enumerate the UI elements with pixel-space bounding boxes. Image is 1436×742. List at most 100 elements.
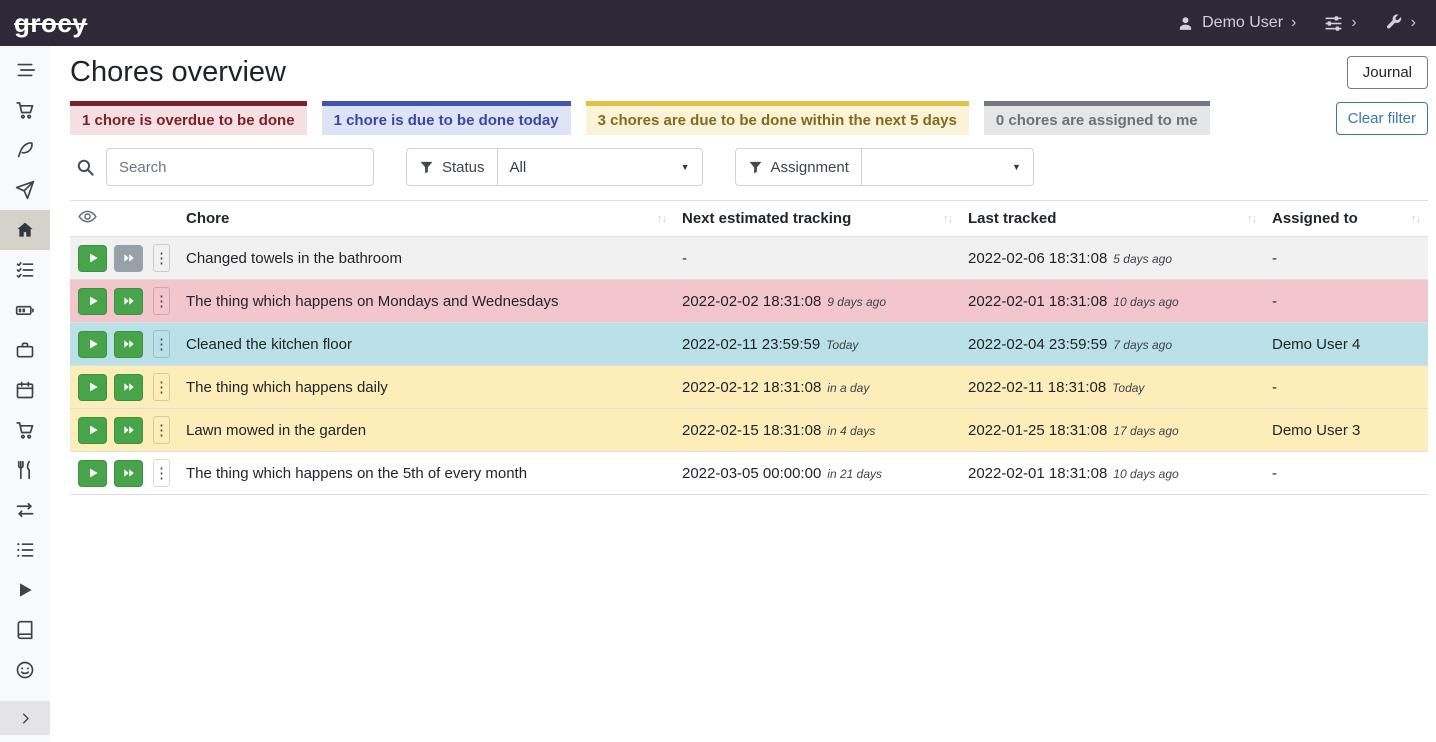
clear-filter-button[interactable]: Clear filter	[1336, 102, 1428, 135]
table-row: ⋮ The thing which happens on the 5th of …	[70, 452, 1428, 495]
play-icon	[86, 423, 100, 437]
skip-chore-button[interactable]	[114, 460, 143, 487]
banner-assigned-to-me[interactable]: 0 chores are assigned to me	[984, 101, 1210, 135]
sort-icon: ↑↓	[1411, 213, 1420, 225]
sidebar-item-mood[interactable]	[0, 650, 50, 690]
banner-due-today[interactable]: 1 chore is due to be done today	[322, 101, 571, 135]
sidebar-item-tasks[interactable]	[0, 250, 50, 290]
sidebar-item-journal[interactable]	[0, 610, 50, 650]
next-tracking-cell: 2022-02-02 18:31:089 days ago	[674, 280, 960, 323]
status-filter-group: Status All ▼	[406, 148, 703, 186]
fast-forward-icon	[122, 337, 136, 351]
tasks-icon	[15, 260, 35, 280]
column-header-last-tracked[interactable]: Last tracked↑↓	[960, 201, 1264, 237]
play-icon	[86, 466, 100, 480]
column-header-chore[interactable]: Chore↑↓	[178, 201, 674, 237]
chores-table: Chore↑↓ Next estimated tracking↑↓ Last t…	[70, 200, 1428, 495]
sidebar-item-recipes[interactable]	[0, 130, 50, 170]
sort-icon: ↑↓	[1247, 213, 1256, 225]
list-icon	[15, 540, 35, 560]
chore-name: Changed towels in the bathroom	[178, 237, 674, 280]
fast-forward-icon	[122, 294, 136, 308]
next-tracking-cell: 2022-02-11 23:59:59Today	[674, 323, 960, 366]
assigned-to-cell: -	[1264, 452, 1428, 495]
last-tracked-cell: 2022-01-25 18:31:0817 days ago	[960, 409, 1264, 452]
row-menu-button[interactable]: ⋮	[153, 373, 170, 401]
skip-chore-button[interactable]	[114, 245, 143, 272]
track-chore-button[interactable]	[78, 417, 107, 444]
next-tracking-cell: 2022-02-12 18:31:08in a day	[674, 366, 960, 409]
stream-icon	[15, 60, 35, 80]
next-tracking-cell: 2022-03-05 00:00:00in 21 days	[674, 452, 960, 495]
sidebar-item-batteries[interactable]	[0, 290, 50, 330]
skip-chore-button[interactable]	[114, 417, 143, 444]
settings-menu[interactable]: ›	[1324, 14, 1356, 33]
filter-icon	[419, 160, 434, 175]
column-header-next-estimated-tracking[interactable]: Next estimated tracking↑↓	[674, 201, 960, 237]
next-tracking-cell: -	[674, 237, 960, 280]
eye-icon[interactable]	[78, 207, 97, 226]
assignment-select[interactable]: ▼	[861, 149, 1033, 185]
calendar-icon	[15, 380, 35, 400]
search-icon	[76, 158, 95, 177]
sidebar-item-stock-overview[interactable]	[0, 50, 50, 90]
row-menu-button[interactable]: ⋮	[153, 287, 170, 315]
chore-name: Cleaned the kitchen floor	[178, 323, 674, 366]
banner-overdue[interactable]: 1 chore is overdue to be done	[70, 101, 307, 135]
sort-icon: ↑↓	[943, 213, 952, 225]
search-group	[70, 148, 374, 186]
play-icon	[86, 251, 100, 265]
sidebar-item-transfer[interactable]	[0, 490, 50, 530]
banner-due-soon[interactable]: 3 chores are due to be done within the n…	[586, 101, 969, 135]
paper-plane-icon	[15, 180, 35, 200]
book-icon	[15, 620, 35, 640]
fast-forward-icon	[122, 423, 136, 437]
sidebar-item-meal-plan[interactable]	[0, 170, 50, 210]
sidebar-item-calendar[interactable]	[0, 370, 50, 410]
assigned-to-cell: Demo User 4	[1264, 323, 1428, 366]
table-row: ⋮ Changed towels in the bathroom - 2022-…	[70, 237, 1428, 280]
sidebar-item-purchase[interactable]	[0, 410, 50, 450]
table-row: ⋮ The thing which happens on Mondays and…	[70, 280, 1428, 323]
skip-chore-button[interactable]	[114, 374, 143, 401]
table-header-row: Chore↑↓ Next estimated tracking↑↓ Last t…	[70, 201, 1428, 237]
chore-name: Lawn mowed in the garden	[178, 409, 674, 452]
user-name: Demo User	[1202, 14, 1283, 32]
sidebar-expand-button[interactable]	[0, 701, 50, 735]
sidebar-item-chores-overview[interactable]	[0, 210, 50, 250]
track-chore-button[interactable]	[78, 331, 107, 358]
sliders-icon	[1324, 14, 1343, 33]
banner-assigned-to-me-text: 0 chores are assigned to me	[996, 112, 1198, 129]
skip-chore-button[interactable]	[114, 331, 143, 358]
exchange-icon	[15, 500, 35, 520]
last-tracked-cell: 2022-02-11 18:31:08Today	[960, 366, 1264, 409]
assigned-to-cell: -	[1264, 280, 1428, 323]
row-menu-button[interactable]: ⋮	[153, 459, 170, 487]
brand-logo[interactable]: grocy	[14, 8, 87, 39]
status-select[interactable]: All ▼	[497, 149, 702, 185]
user-icon	[1177, 15, 1194, 32]
sort-icon: ↑↓	[657, 213, 666, 225]
sidebar-item-equipment[interactable]	[0, 330, 50, 370]
track-chore-button[interactable]	[78, 245, 107, 272]
row-menu-button[interactable]: ⋮	[153, 330, 170, 358]
status-banners: 1 chore is overdue to be done 1 chore is…	[70, 101, 1428, 135]
sidebar-item-shopping-list[interactable]	[0, 90, 50, 130]
user-menu[interactable]: Demo User ›	[1177, 14, 1296, 32]
row-menu-button[interactable]: ⋮	[153, 244, 170, 272]
search-input[interactable]	[106, 148, 374, 186]
track-chore-button[interactable]	[78, 460, 107, 487]
track-chore-button[interactable]	[78, 374, 107, 401]
play-icon	[86, 294, 100, 308]
skip-chore-button[interactable]	[114, 288, 143, 315]
sidebar-item-consume[interactable]	[0, 450, 50, 490]
filter-bar: Status All ▼ Assignment ▼	[70, 148, 1428, 186]
column-header-assigned-to[interactable]: Assigned to↑↓	[1264, 201, 1428, 237]
track-chore-button[interactable]	[78, 288, 107, 315]
status-select-value: All	[510, 159, 527, 176]
row-menu-button[interactable]: ⋮	[153, 416, 170, 444]
journal-button[interactable]: Journal	[1347, 56, 1428, 89]
admin-tools-menu[interactable]: ›	[1385, 14, 1416, 32]
sidebar-item-chore-tracking[interactable]	[0, 570, 50, 610]
sidebar-item-inventory[interactable]	[0, 530, 50, 570]
